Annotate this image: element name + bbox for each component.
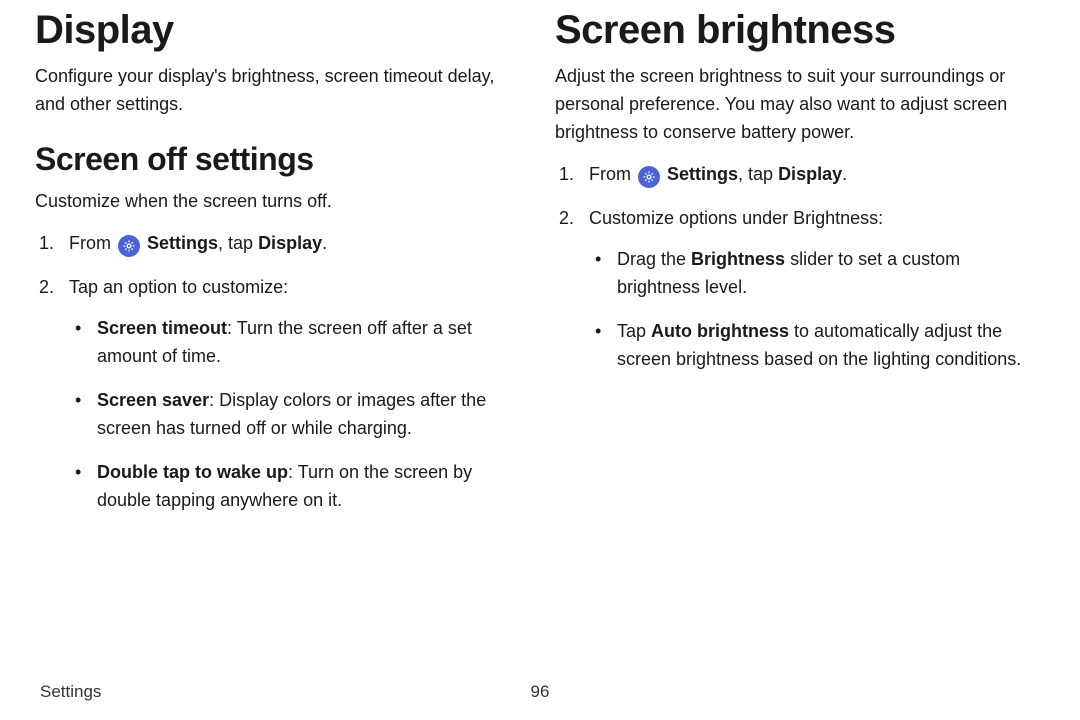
page-footer: Settings 96	[40, 682, 1040, 702]
step-from-settings: From Settings, tap Display.	[35, 230, 525, 258]
label: Screen timeout	[97, 318, 227, 338]
screen-off-sub: Customize when the screen turns off.	[35, 188, 525, 216]
brightness-intro: Adjust the screen brightness to suit you…	[555, 63, 1045, 147]
brightness-steps: From Settings, tap Display. Customize op…	[555, 161, 1045, 374]
settings-label: Settings	[667, 164, 738, 184]
heading-screen-brightness: Screen brightness	[555, 8, 1045, 53]
text: From	[589, 164, 636, 184]
option-screen-saver: Screen saver: Display colors or images a…	[69, 387, 525, 443]
settings-icon	[638, 166, 660, 188]
screen-off-steps: From Settings, tap Display. Tap an optio…	[35, 230, 525, 515]
display-label: Display	[778, 164, 842, 184]
settings-label: Settings	[147, 233, 218, 253]
text: .	[842, 164, 847, 184]
left-column: Display Configure your display's brightn…	[35, 0, 525, 531]
footer-page-number: 96	[531, 682, 550, 702]
right-column: Screen brightness Adjust the screen brig…	[555, 0, 1045, 531]
text: , tap	[738, 164, 778, 184]
option-auto-brightness: Tap Auto brightness to automatically adj…	[589, 318, 1045, 374]
screen-off-options: Screen timeout: Turn the screen off afte…	[69, 315, 525, 514]
option-screen-timeout: Screen timeout: Turn the screen off afte…	[69, 315, 525, 371]
label: Brightness	[691, 249, 785, 269]
pre: Drag the	[617, 249, 691, 269]
label: Double tap to wake up	[97, 462, 288, 482]
text: Tap an option to customize:	[69, 277, 288, 297]
display-label: Display	[258, 233, 322, 253]
text: .	[322, 233, 327, 253]
heading-display: Display	[35, 8, 525, 53]
display-intro: Configure your display's brightness, scr…	[35, 63, 525, 119]
option-double-tap-wake: Double tap to wake up: Turn on the scree…	[69, 459, 525, 515]
footer-section: Settings	[40, 682, 101, 701]
text: Customize options under Brightness:	[589, 208, 883, 228]
step-tap-option: Tap an option to customize: Screen timeo…	[35, 274, 525, 515]
settings-icon	[118, 235, 140, 257]
step-customize-brightness: Customize options under Brightness: Drag…	[555, 205, 1045, 374]
text: From	[69, 233, 116, 253]
brightness-options: Drag the Brightness slider to set a cust…	[589, 246, 1045, 374]
step-from-settings: From Settings, tap Display.	[555, 161, 1045, 189]
heading-screen-off-settings: Screen off settings	[35, 141, 525, 178]
label: Auto brightness	[651, 321, 789, 341]
label: Screen saver	[97, 390, 209, 410]
pre: Tap	[617, 321, 651, 341]
option-brightness-slider: Drag the Brightness slider to set a cust…	[589, 246, 1045, 302]
text: , tap	[218, 233, 258, 253]
